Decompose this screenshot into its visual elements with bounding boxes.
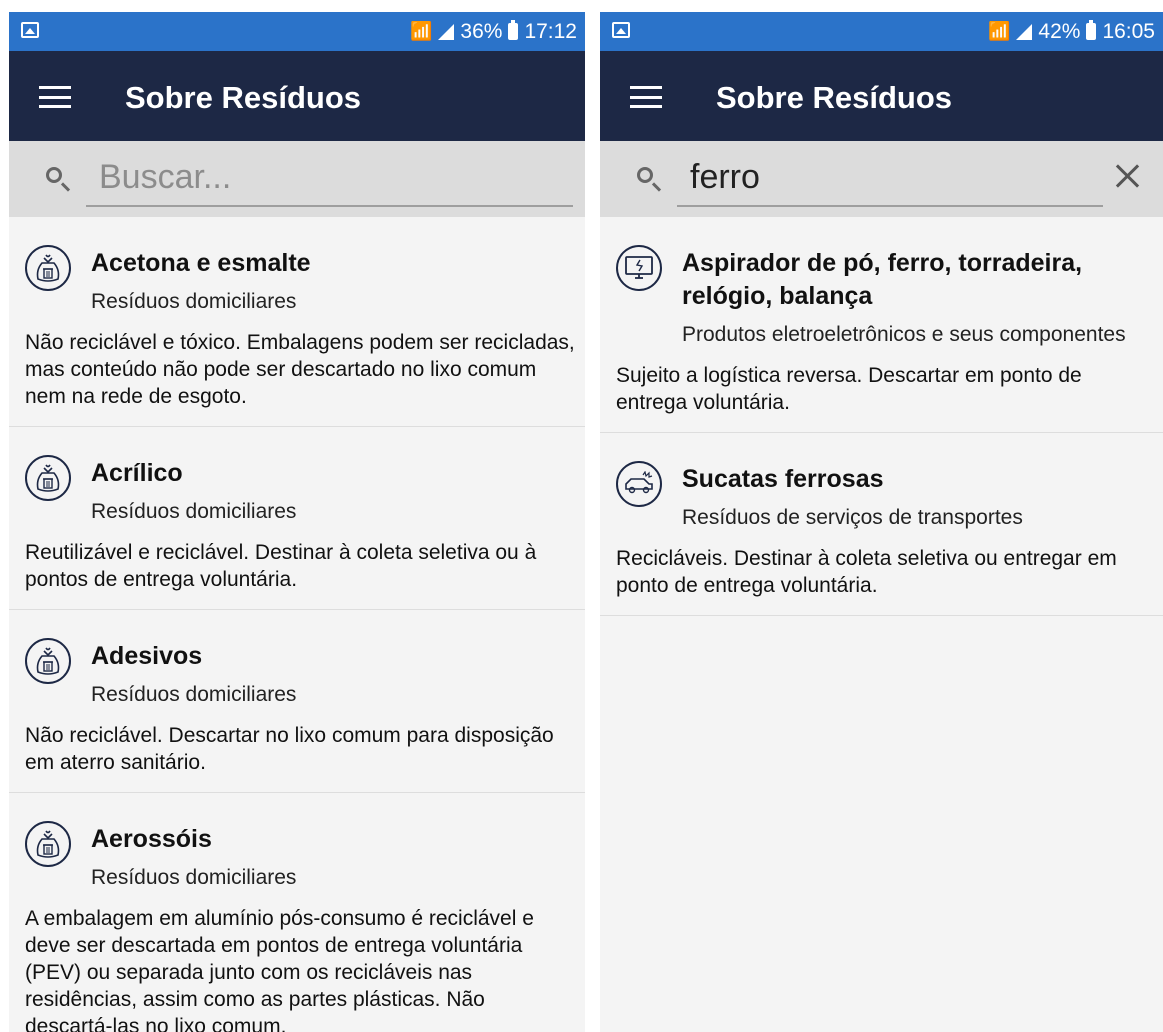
search-input[interactable] (677, 149, 1103, 207)
crashed-car-icon (616, 461, 662, 507)
item-description: Recicláveis. Destinar à coleta seletiva … (616, 547, 1117, 597)
battery-percent: 36% (460, 19, 503, 43)
app-title: Sobre Resíduos (716, 80, 952, 115)
menu-icon[interactable] (39, 86, 71, 108)
app-title: Sobre Resíduos (125, 80, 361, 115)
clear-search-icon[interactable] (1111, 159, 1145, 193)
item-category: Resíduos de serviços de transportes (682, 506, 1023, 529)
signal-icon (1016, 23, 1033, 40)
phone-screen-left: 📶 36% 17:12 Sobre Resíduos Acetona e esm… (9, 12, 585, 1032)
signal-icon (438, 23, 455, 40)
item-description: Não reciclável e tóxico. Embalagens pode… (25, 331, 575, 408)
clock: 16:05 (1102, 19, 1155, 43)
search-bar (9, 141, 585, 217)
clock: 17:12 (524, 19, 577, 43)
phone-screen-right: 📶 42% 16:05 Sobre Resíduos Aspirador de … (600, 12, 1163, 1032)
item-name: Aspirador de pó, ferro, torradeira, reló… (682, 249, 1083, 310)
item-description: Não reciclável. Descartar no lixo comum … (25, 724, 554, 774)
item-description: A embalagem em alumínio pós-consumo é re… (25, 907, 534, 1032)
menu-icon[interactable] (630, 86, 662, 108)
item-category: Produtos eletroeletrônicos e seus compon… (682, 323, 1126, 346)
list-item[interactable]: Acrílico Resíduos domiciliares Reutilizáve… (9, 427, 585, 610)
trash-bag-icon (25, 245, 71, 291)
item-category: Resíduos domiciliares (91, 500, 297, 523)
item-category: Resíduos domiciliares (91, 290, 297, 313)
status-bar: 📶 42% 16:05 (600, 12, 1163, 51)
list-item[interactable]: Acetona e esmalte Resíduos domiciliares Nã… (9, 217, 585, 427)
results-list: Acetona e esmalte Resíduos domiciliares Nã… (9, 217, 585, 1032)
item-name: Adesivos (91, 642, 203, 670)
broken-monitor-icon (616, 245, 662, 291)
battery-percent: 42% (1038, 19, 1081, 43)
app-bar: Sobre Resíduos (600, 51, 1163, 141)
search-input[interactable] (86, 149, 573, 207)
list-item[interactable]: Sucatas ferrosas Resíduos de serviços de … (600, 433, 1163, 616)
item-category: Resíduos domiciliares (91, 683, 297, 706)
item-description: Sujeito a logística reversa. Descartar e… (616, 364, 1082, 414)
app-bar: Sobre Resíduos (9, 51, 585, 141)
trash-bag-icon (25, 455, 71, 501)
list-item[interactable]: Aspirador de pó, ferro, torradeira, reló… (600, 217, 1163, 433)
item-name: Acetona e esmalte (91, 249, 311, 277)
item-name: Aerossóis (91, 825, 212, 853)
list-item[interactable]: Adesivos Resíduos domiciliares Não reciclá… (9, 610, 585, 793)
search-bar (600, 141, 1163, 217)
battery-icon (508, 20, 519, 40)
trash-bag-icon (25, 821, 71, 867)
wifi-icon: 📶 (409, 21, 433, 41)
search-icon (637, 167, 653, 183)
trash-bag-icon (25, 638, 71, 684)
gallery-notification-icon (612, 22, 630, 38)
item-category: Resíduos domiciliares (91, 866, 297, 889)
item-description: Reutilizável e reciclável. Destinar à co… (25, 541, 537, 591)
status-bar: 📶 36% 17:12 (9, 12, 585, 51)
wifi-icon: 📶 (987, 21, 1011, 41)
item-name: Acrílico (91, 459, 183, 487)
results-list: Aspirador de pó, ferro, torradeira, reló… (600, 217, 1163, 616)
battery-icon (1086, 20, 1097, 40)
item-name: Sucatas ferrosas (682, 465, 884, 493)
gallery-notification-icon (21, 22, 39, 38)
list-item[interactable]: Aerossóis Resíduos domiciliares A embalage… (9, 793, 585, 1032)
search-icon (46, 167, 62, 183)
